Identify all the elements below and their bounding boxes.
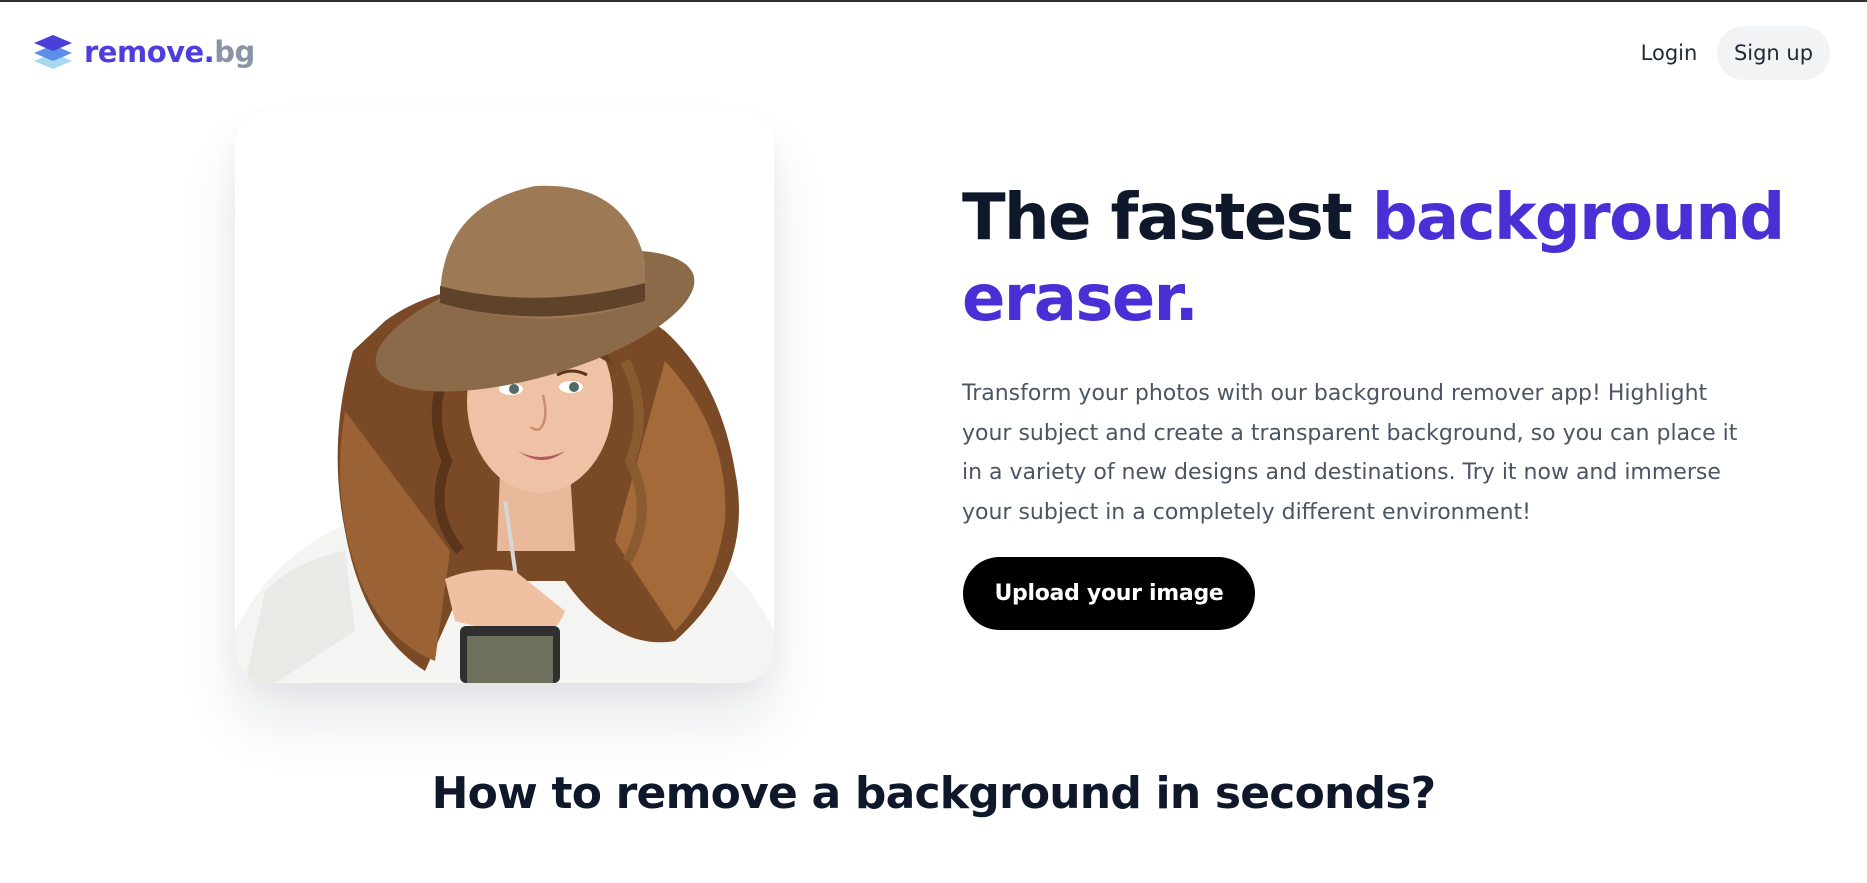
logo-name-suffix: bg [214,35,255,69]
logo-name-main: remove. [84,35,215,69]
section-title: How to remove a background in seconds? [431,768,1436,819]
login-button[interactable]: Login [1628,26,1710,80]
stacked-layers-icon [34,35,72,69]
hero-photo [235,111,774,683]
logo-text: remove.bg [84,35,255,69]
hero-headline: The fastest background eraser. [962,178,1822,340]
upload-image-button[interactable]: Upload your image [963,557,1255,630]
site-header: remove.bg Login Sign up [0,2,1867,100]
signup-button[interactable]: Sign up [1717,26,1830,80]
headline-part1: The fastest [962,181,1372,255]
hero-description: Transform your photos with our backgroun… [962,381,1738,525]
logo-link[interactable]: remove.bg [32,31,255,73]
hero-image-card [235,111,774,683]
